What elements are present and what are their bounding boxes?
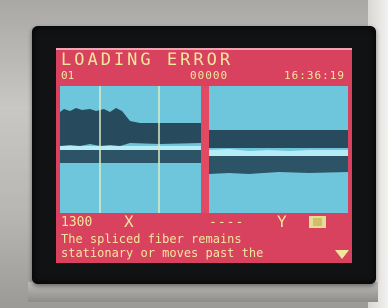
error-message-line-1: The spliced fiber remains	[61, 232, 242, 246]
clock: 16:36:19	[284, 69, 345, 82]
error-message-line-2: stationary or moves past the	[61, 246, 264, 260]
fiber-core-y	[209, 149, 348, 156]
fiber-upper-band-y	[209, 130, 348, 148]
dash-indicator: ----	[209, 215, 245, 230]
status-row: 01 00000 16:36:19	[61, 69, 347, 82]
camera-icon	[309, 216, 326, 228]
fiber-lower-band-x	[60, 150, 201, 163]
scroll-down-icon[interactable]	[335, 250, 349, 259]
camera-view-y	[209, 86, 348, 213]
fiber-count: 01	[61, 69, 75, 82]
x-axis-mark: X	[124, 212, 134, 231]
fiber-left-dark-band	[60, 108, 201, 146]
status-bar: 1300 X ---- Y	[61, 212, 347, 231]
error-title: LOADING ERROR	[61, 50, 234, 70]
splice-count: 00000	[190, 69, 229, 82]
fiber-image-y	[209, 130, 348, 174]
y-axis-mark: Y	[277, 212, 287, 231]
tension-value: 1300	[61, 215, 93, 230]
fiber-core-x	[60, 146, 201, 150]
splicer-screen: LOADING ERROR 01 00000 16:36:19 1300 X -…	[56, 48, 352, 263]
fiber-image-x	[60, 86, 201, 213]
camera-view-x	[60, 86, 201, 213]
view-divider	[201, 86, 209, 213]
fiber-lower-band-y	[209, 156, 348, 174]
device-housing	[28, 282, 378, 302]
